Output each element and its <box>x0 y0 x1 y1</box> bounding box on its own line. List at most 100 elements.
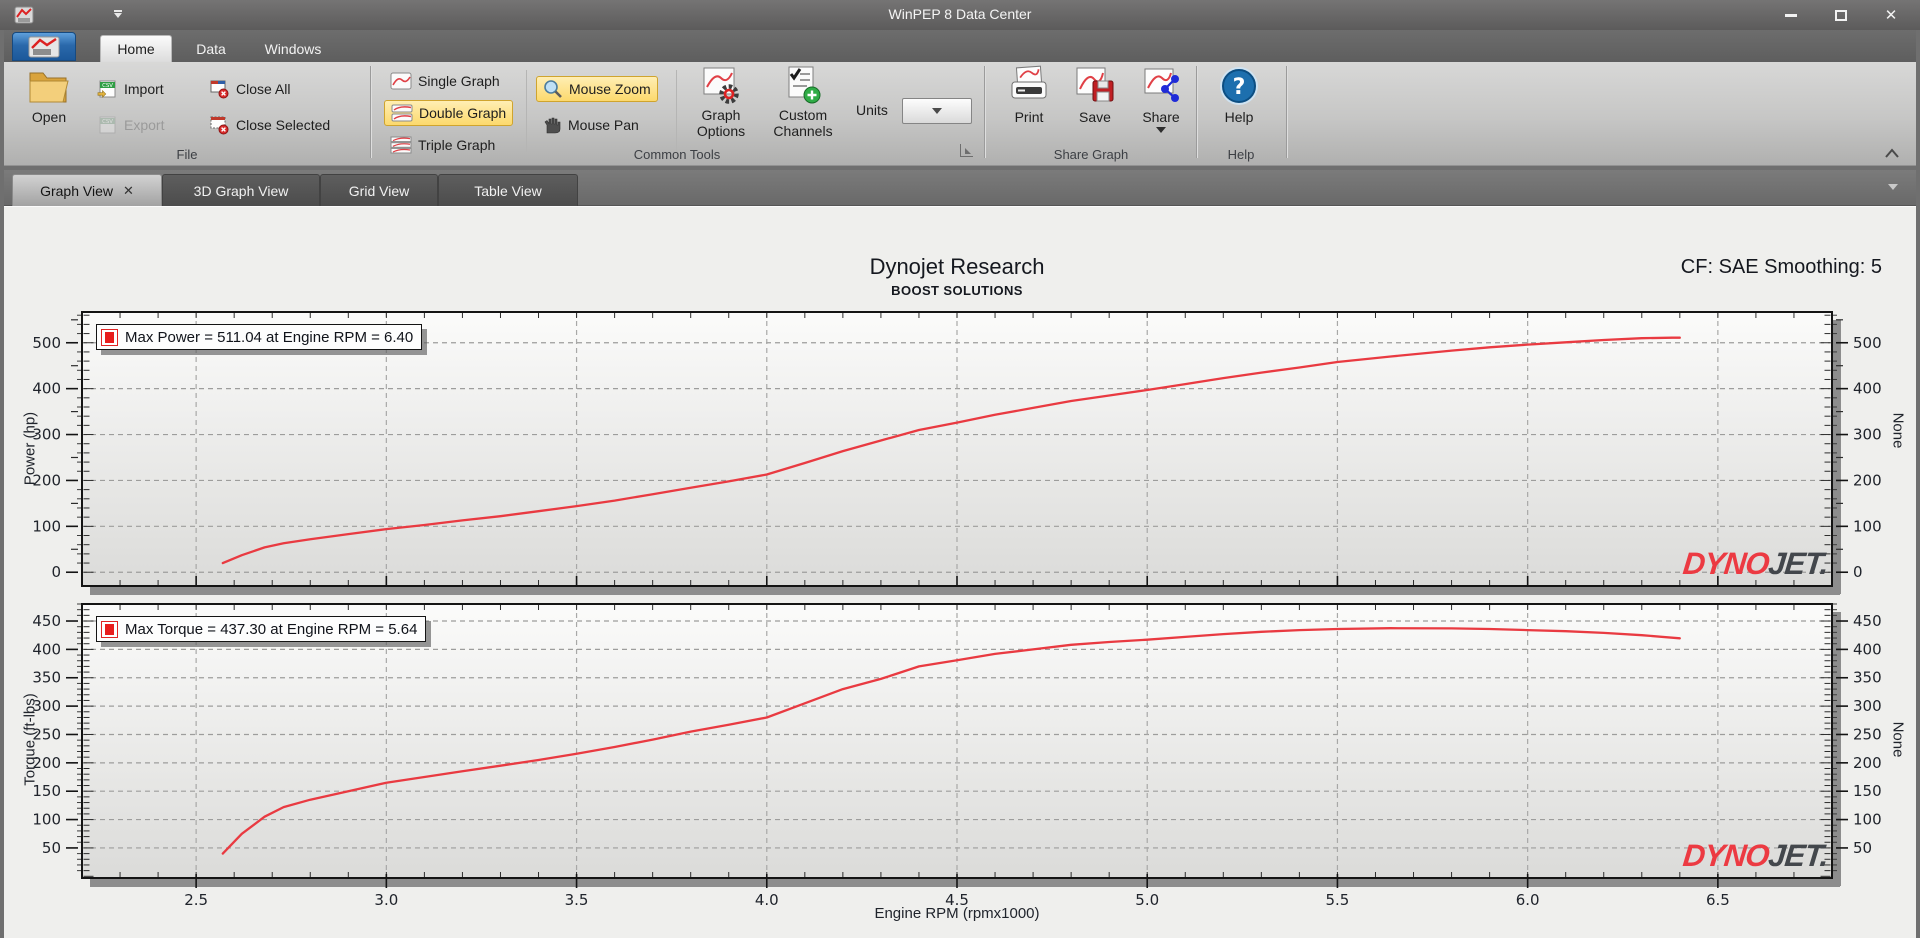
tab-graph-view-label: Graph View <box>40 182 113 199</box>
export-button[interactable]: CSV Export <box>90 112 170 138</box>
svg-text:0: 0 <box>1853 563 1863 581</box>
file-group-label: File <box>176 147 198 162</box>
tab-table-view-label: Table View <box>474 182 542 199</box>
graph-options-label: Graph Options <box>696 107 746 139</box>
svg-text:450: 450 <box>32 612 61 630</box>
svg-text:300: 300 <box>1853 426 1882 444</box>
svg-text:?: ? <box>1233 75 1246 100</box>
single-graph-icon <box>390 72 412 90</box>
group-separator <box>984 66 986 158</box>
window-title: WinPEP 8 Data Center <box>888 6 1032 22</box>
save-button[interactable]: Save <box>1064 65 1126 125</box>
close-all-button[interactable]: Close All <box>202 76 296 102</box>
dynojet-watermark: DYNOJET. <box>1681 546 1830 581</box>
share-icon <box>1144 68 1179 102</box>
open-button[interactable]: Open <box>18 65 80 125</box>
single-graph-label: Single Graph <box>418 73 500 89</box>
double-graph-label: Double Graph <box>419 105 507 121</box>
svg-text:300: 300 <box>1853 697 1882 715</box>
tab-grid-view[interactable]: Grid View <box>320 174 438 206</box>
custom-channels-icon <box>788 66 821 104</box>
mouse-pan-button[interactable]: Mouse Pan <box>536 112 645 138</box>
legend-swatch <box>101 328 118 346</box>
ribbon-tab-home[interactable]: Home <box>100 35 172 62</box>
tab-graph-view[interactable]: Graph View ✕ <box>12 174 162 206</box>
power-legend[interactable]: Max Power = 511.04 at Engine RPM = 6.40 <box>96 324 423 350</box>
open-label: Open <box>31 109 67 125</box>
common-tools-group-label: Common Tools <box>633 147 721 162</box>
group-separator <box>1196 66 1198 158</box>
collapse-ribbon-icon[interactable] <box>1884 147 1900 159</box>
share-dropdown-icon[interactable] <box>1156 127 1166 133</box>
svg-text:400: 400 <box>32 640 61 658</box>
mouse-pan-label: Mouse Pan <box>568 117 639 133</box>
svg-text:350: 350 <box>1853 669 1882 687</box>
maximize-button[interactable] <box>1826 6 1856 24</box>
mouse-zoom-button[interactable]: Mouse Zoom <box>536 76 658 102</box>
tab-grid-view-label: Grid View <box>348 182 410 199</box>
torque-chart[interactable]: 2.5 3.0 3.5 4.0 4.5 5.0 5.5 6.0 6.550 50100 100150… <box>0 595 1920 938</box>
torque-right-axis-title: None <box>1889 721 1907 758</box>
legend-swatch <box>101 620 118 638</box>
minimize-button[interactable] <box>1776 6 1806 24</box>
title-bar: WinPEP 8 Data Center ✕ <box>0 0 1920 30</box>
import-csv-icon: CSV <box>97 80 116 98</box>
power-axis-title: Power (hp) <box>21 411 39 486</box>
svg-text:250: 250 <box>1853 725 1882 743</box>
power-chart[interactable]: 0 0100 100200 200300 300400 400500 500 <box>0 250 1920 595</box>
share-graph-group-label: Share Graph <box>1053 147 1129 162</box>
single-graph-button[interactable]: Single Graph <box>384 68 506 94</box>
double-graph-button[interactable]: Double Graph <box>384 100 514 126</box>
tab-3d-graph-view[interactable]: 3D Graph View <box>162 174 320 206</box>
units-dropdown[interactable] <box>902 98 972 124</box>
svg-text:CSV: CSV <box>102 83 113 89</box>
svg-text:500: 500 <box>32 334 61 352</box>
ribbon-tab-data[interactable]: Data <box>182 35 240 62</box>
winpep-window: WinPEP 8 Data Center ✕ Home Data Windows <box>0 0 1920 938</box>
share-button[interactable]: Share <box>1130 65 1192 133</box>
group-separator <box>370 66 372 158</box>
help-group-label: Help <box>1227 147 1255 162</box>
custom-channels-button[interactable]: Custom Channels <box>764 65 842 139</box>
import-button[interactable]: CSV Import <box>90 76 170 102</box>
svg-text:400: 400 <box>1853 640 1882 658</box>
sub-separator <box>676 70 677 152</box>
close-selected-icon <box>210 116 229 135</box>
chevron-down-icon <box>932 108 942 114</box>
export-csv-icon: CSV <box>99 116 116 134</box>
application-menu-button[interactable] <box>12 32 76 61</box>
ribbon-tab-windows[interactable]: Windows <box>250 35 336 62</box>
torque-axis-title: Torque (ft-lbs) <box>21 693 39 786</box>
graph-options-button[interactable]: Graph Options <box>688 65 754 139</box>
close-tab-icon[interactable]: ✕ <box>123 183 134 199</box>
svg-text:100: 100 <box>1853 811 1882 829</box>
double-graph-icon <box>391 104 413 122</box>
svg-text:200: 200 <box>1853 754 1882 772</box>
ribbon: Open CSV Import CSV Export Close All Clo… <box>4 62 1916 166</box>
close-selected-button[interactable]: Close Selected <box>202 112 336 138</box>
save-label: Save <box>1079 109 1111 125</box>
print-button[interactable]: Print <box>998 65 1060 125</box>
close-button[interactable]: ✕ <box>1876 6 1906 24</box>
help-label: Help <box>1224 109 1254 125</box>
save-icon <box>1076 67 1114 102</box>
svg-text:CSV: CSV <box>102 119 113 125</box>
open-folder-icon <box>29 72 69 103</box>
svg-text:50: 50 <box>1853 839 1872 857</box>
svg-text:450: 450 <box>1853 612 1882 630</box>
x-axis-title: Engine RPM (rpmx1000) <box>874 905 1040 922</box>
torque-legend[interactable]: Max Torque = 437.30 at Engine RPM = 5.64 <box>96 616 427 642</box>
svg-text:150: 150 <box>1853 782 1882 800</box>
power-legend-text: Max Power = 511.04 at Engine RPM = 6.40 <box>125 328 414 346</box>
view-tab-strip: Graph View ✕ 3D Graph View Grid View Tab… <box>4 170 1916 206</box>
sub-separator <box>526 70 527 152</box>
share-label: Share <box>1142 109 1180 125</box>
svg-text:200: 200 <box>1853 471 1882 489</box>
tab-table-view[interactable]: Table View <box>438 174 578 206</box>
svg-text:400: 400 <box>1853 380 1882 398</box>
close-all-icon <box>210 80 229 99</box>
custom-channels-label: Custom Channels <box>773 107 833 139</box>
svg-text:50: 50 <box>42 839 61 857</box>
help-button[interactable]: ? Help <box>1208 65 1270 125</box>
tab-overflow-icon[interactable] <box>1888 184 1898 190</box>
